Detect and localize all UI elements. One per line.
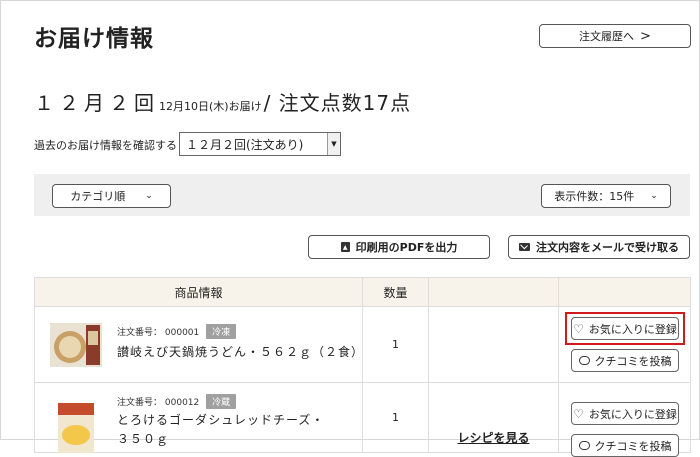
chevron-down-icon: ⌄ [650, 191, 658, 201]
column-header-actions [558, 277, 691, 307]
per-page-label: 表示件数：15件 [554, 190, 635, 203]
table-row: 注文番号： 000001 冷凍 讃岐えび天鍋焼うどん・５６２ｇ（２食） 1 ♡ … [34, 306, 691, 383]
delivery-round: １２月２回 [34, 91, 159, 115]
table-header-row: 商品情報 数量 [34, 277, 691, 307]
email-order-button[interactable]: 注文内容をメールで受け取る [508, 235, 690, 259]
heart-icon: ♡ [573, 406, 584, 421]
delivery-summary: １２月２回 12月10日(木)お届け / 注文点数17点 [34, 87, 411, 116]
order-number-value: 000012 [164, 398, 200, 408]
speech-bubble-icon [578, 356, 590, 365]
per-page-dropdown[interactable]: 表示件数：15件 ⌄ [541, 184, 671, 208]
email-order-label: 注文内容をメールで受け取る [536, 241, 679, 254]
order-items-table: 商品情報 数量 注文番号： 000001 冷凍 讃岐えび天鍋焼うどん・５６２ｇ（… [34, 277, 691, 457]
delivery-date: 12月10日(木)お届け [159, 100, 262, 113]
post-review-button[interactable]: クチコミを投稿 [571, 434, 679, 457]
pdf-icon: ▲ [340, 242, 350, 252]
add-favorite-button[interactable]: ♡ お気に入りに登録 [571, 317, 679, 340]
product-cell: 注文番号： 000012 冷蔵 とろけるゴーダシュレッドチーズ・ ３５０ｇ [34, 382, 363, 453]
mail-icon [519, 243, 530, 251]
order-count: / 注文点数17点 [263, 91, 412, 115]
heart-icon: ♡ [573, 321, 584, 336]
chevron-down-icon: ⌄ [145, 191, 153, 201]
frozen-badge: 冷凍 [206, 324, 237, 339]
table-row: 注文番号： 000012 冷蔵 とろけるゴーダシュレッドチーズ・ ３５０ｇ 1 … [34, 382, 691, 457]
order-number: 注文番号： 000012 冷蔵 [117, 394, 237, 409]
recipe-cell [428, 306, 559, 383]
order-number: 注文番号： 000001 冷凍 [117, 324, 237, 339]
order-number-label: 注文番号： [117, 328, 163, 338]
product-name[interactable]: 讃岐えび天鍋焼うどん・５６２ｇ（２食） [117, 343, 363, 362]
recipe-link[interactable]: レシピを見る [428, 382, 559, 453]
actions-cell: ♡ お気に入りに登録 クチコミを投稿 [558, 382, 691, 457]
chilled-badge: 冷蔵 [206, 394, 237, 409]
speech-bubble-icon [578, 441, 590, 450]
product-image-cheese[interactable] [50, 401, 102, 453]
add-favorite-button[interactable]: ♡ お気に入りに登録 [571, 402, 679, 425]
order-history-button[interactable]: 注文履歴へ > [539, 24, 691, 48]
column-header-quantity: 数量 [362, 277, 429, 307]
category-sort-label: カテゴリ順 [70, 190, 126, 203]
add-favorite-label: お気に入りに登録 [588, 322, 677, 336]
column-header-product: 商品情報 [34, 277, 363, 307]
page-title: お届け情報 [34, 26, 154, 52]
pdf-export-button[interactable]: ▲ 印刷用のPDFを出力 [308, 235, 490, 259]
order-history-label: 注文履歴へ [579, 30, 635, 43]
quantity-cell: 1 [362, 382, 429, 453]
past-delivery-label: 過去のお届け情報を確認する [34, 139, 177, 152]
order-number-value: 000001 [164, 328, 200, 338]
category-sort-dropdown[interactable]: カテゴリ順 ⌄ [52, 184, 171, 208]
actions-cell: ♡ お気に入りに登録 クチコミを投稿 [558, 306, 691, 383]
pdf-export-label: 印刷用のPDFを出力 [355, 241, 458, 254]
product-name[interactable]: とろけるゴーダシュレッドチーズ・ ３５０ｇ [117, 411, 324, 449]
product-name-line1: とろけるゴーダシュレッドチーズ・ [117, 413, 325, 427]
post-review-label: クチコミを投稿 [594, 354, 672, 368]
past-delivery-value: １２月２回(注文あり) [186, 137, 304, 152]
quantity-cell: 1 [362, 306, 429, 383]
past-delivery-select[interactable]: １２月２回(注文あり) ▼ [179, 132, 341, 156]
order-number-label: 注文番号： [117, 398, 163, 408]
post-review-button[interactable]: クチコミを投稿 [571, 349, 679, 372]
product-image-udon[interactable] [50, 319, 102, 371]
chevron-down-icon: ▼ [327, 133, 340, 155]
product-cell: 注文番号： 000001 冷凍 讃岐えび天鍋焼うどん・５６２ｇ（２食） [34, 306, 363, 383]
chevron-right-icon: > [640, 28, 651, 44]
add-favorite-label: お気に入りに登録 [588, 407, 677, 421]
column-header-recipe [428, 277, 559, 307]
